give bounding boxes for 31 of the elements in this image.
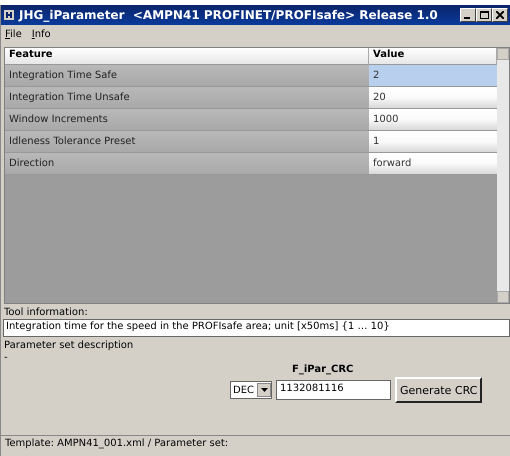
table-cell[interactable]: 2 (369, 65, 497, 87)
minimize-button[interactable] (460, 8, 476, 22)
format-dropdown[interactable]: DEC (230, 381, 272, 399)
crc-label: F_iPar_CRC (292, 364, 354, 375)
column-header[interactable]: Value (369, 48, 497, 65)
table-cell[interactable]: 20 (369, 87, 497, 109)
parameter-set-label: Parameter set description (3, 339, 134, 352)
table-cell[interactable]: Direction (5, 153, 369, 175)
window-title: JHG_iParameter <AMPN41 PROFINET/PROFIsafe> Release 1.0 (19, 8, 439, 22)
table-cell[interactable]: Integration Time Safe (5, 65, 369, 87)
dropdown-arrow-icon (260, 388, 268, 392)
parameter-set-description: - (3, 352, 9, 364)
table-cell[interactable]: Integration Time Unsafe (5, 87, 369, 109)
table-cell[interactable]: forward (369, 153, 497, 175)
close-button[interactable] (492, 8, 508, 22)
close-icon (496, 11, 504, 19)
tool-information-label: Tool information: (3, 306, 89, 319)
crc-field[interactable]: 1132081116 (276, 380, 392, 400)
table-cell[interactable]: Window Increments (5, 109, 369, 131)
menu-item[interactable]: File (5, 29, 22, 40)
column-header[interactable]: Feature (5, 48, 369, 65)
table-cell[interactable]: Idleness Tolerance Preset (5, 131, 369, 153)
tool-information-field[interactable]: Integration time for the speed in the PROFIsafe area; unit [x50ms] {1 … 10} (3, 319, 510, 337)
menu-item[interactable]: Info (32, 29, 51, 40)
app-icon (3, 9, 15, 21)
maximize-icon (480, 11, 488, 19)
table-cell[interactable]: 1 (369, 131, 497, 153)
table-cell[interactable]: 1000 (369, 109, 497, 131)
maximize-button[interactable] (476, 8, 492, 22)
scrollbar[interactable] (497, 48, 509, 303)
generate-crc-button[interactable]: Generate CRC (395, 377, 482, 403)
